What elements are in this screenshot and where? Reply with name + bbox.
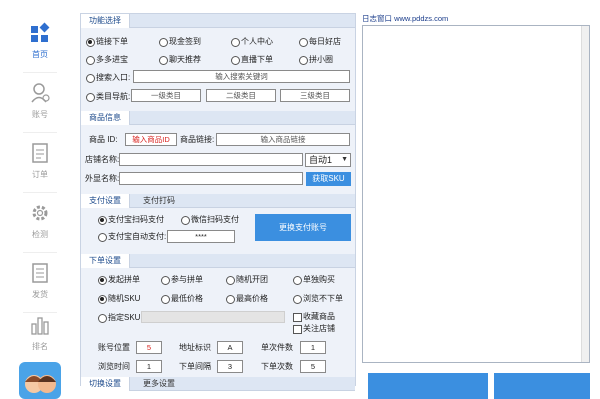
product-section-header: 商品信息 xyxy=(81,111,355,125)
function-section-header: 功能选择 xyxy=(81,14,355,28)
log-window-title: 日志窗口 www.pddzs.com xyxy=(362,14,449,23)
account-position-label: 账号位置 xyxy=(98,343,130,352)
product-section-title: 商品信息 xyxy=(81,111,130,125)
ranking-icon xyxy=(31,317,49,335)
tab-payment-captcha[interactable]: 支付打码 xyxy=(135,194,183,208)
sidebar-item-check[interactable]: 检测 xyxy=(15,193,65,253)
radio-duoduo-jinbao[interactable]: 多多进宝 xyxy=(86,54,128,66)
sidebar-item-label: 排名 xyxy=(32,342,48,351)
log-scrollbar[interactable] xyxy=(581,26,589,362)
radio-highest-price[interactable]: 最高价格 xyxy=(226,293,268,305)
search-keyword-input[interactable]: 输入搜索关键词 xyxy=(133,70,350,83)
radio-lowest-price[interactable]: 最低价格 xyxy=(161,293,203,305)
single-quantity-input[interactable]: 1 xyxy=(300,341,326,354)
external-name-input[interactable] xyxy=(119,172,303,185)
order-times-input[interactable]: 5 xyxy=(300,360,326,373)
avatar-illustration-icon xyxy=(25,375,56,393)
change-payment-account-button[interactable]: 更换支付账号 xyxy=(255,214,351,241)
tab-switch-settings[interactable]: 切换设置 xyxy=(81,377,130,391)
order-section-header: 下单设置 xyxy=(81,254,355,268)
tab-payment-settings[interactable]: 支付设置 xyxy=(81,194,130,208)
product-id-label: 商品 ID: xyxy=(89,135,118,144)
checkbox-follow-shop[interactable]: 关注店铺 xyxy=(293,323,335,335)
browse-time-input[interactable]: 1 xyxy=(136,360,162,373)
radio-alipay-auto[interactable]: 支付宝自动支付: xyxy=(98,231,166,243)
sku-select[interactable] xyxy=(141,311,285,323)
radio-specify-sku[interactable]: 指定SKU xyxy=(98,312,140,324)
sidebar-item-home[interactable]: 首页 xyxy=(15,13,65,73)
radio-chat-recommend[interactable]: 聊天推荐 xyxy=(159,54,201,66)
sidebar: 首页 账号 订单 检测 发货 排名 xyxy=(15,13,65,399)
sidebar-item-shipping[interactable]: 发货 xyxy=(15,253,65,313)
radio-browse-only[interactable]: 浏览不下单 xyxy=(293,293,343,305)
order-interval-input[interactable]: 3 xyxy=(217,360,243,373)
checkbox-favorite-product[interactable]: 收藏商品 xyxy=(293,311,335,323)
address-id-label: 地址标识 xyxy=(179,343,211,352)
category-level2-input[interactable]: 二级类目 xyxy=(206,89,276,102)
order-interval-label: 下单间隔 xyxy=(179,362,211,371)
sidebar-item-ranking[interactable]: 排名 xyxy=(15,305,65,365)
radio-search-entry[interactable]: 搜索入口: xyxy=(86,72,130,84)
radio-pin-circle[interactable]: 拼小圈 xyxy=(299,54,333,66)
radio-link-order[interactable]: 链接下单 xyxy=(86,36,128,48)
switch-section-header: 切换设置 更多设置 xyxy=(81,377,355,391)
gear-icon xyxy=(32,205,48,221)
radio-live-order[interactable]: 直播下单 xyxy=(231,54,273,66)
shop-select-value: 自动1 xyxy=(309,155,333,165)
sidebar-item-label: 检测 xyxy=(32,230,48,239)
radio-personal-center[interactable]: 个人中心 xyxy=(231,36,273,48)
get-sku-button[interactable]: 获取SKU xyxy=(306,172,351,186)
stop-button[interactable] xyxy=(494,373,590,399)
radio-random-sku[interactable]: 随机SKU xyxy=(98,293,140,305)
browse-time-label: 浏览时间 xyxy=(98,362,130,371)
radio-daily-shop[interactable]: 每日好店 xyxy=(299,36,341,48)
radio-alipay-scan[interactable]: 支付宝扫码支付 xyxy=(98,214,164,226)
chevron-down-icon: ▼ xyxy=(341,156,348,163)
radio-initiate-group[interactable]: 发起拼单 xyxy=(98,274,140,286)
radio-join-group[interactable]: 参与拼单 xyxy=(161,274,203,286)
shop-select[interactable]: 自动1 ▼ xyxy=(305,153,351,167)
address-id-input[interactable]: A xyxy=(217,341,243,354)
avatar[interactable] xyxy=(19,362,61,399)
order-times-label: 下单次数 xyxy=(261,362,293,371)
function-section-title: 功能选择 xyxy=(81,14,130,28)
account-position-input[interactable]: 5 xyxy=(136,341,162,354)
payment-password-input[interactable]: **** xyxy=(167,230,235,243)
shop-name-input[interactable] xyxy=(119,153,303,166)
product-id-input[interactable]: 输入商品ID xyxy=(125,133,177,146)
category-level1-input[interactable]: 一级类目 xyxy=(131,89,201,102)
product-link-label: 商品链接: xyxy=(180,135,215,144)
product-link-input[interactable]: 输入商品链接 xyxy=(216,133,350,146)
radio-random-group[interactable]: 随机开团 xyxy=(226,274,268,286)
sidebar-item-account[interactable]: 账号 xyxy=(15,73,65,133)
shipping-icon xyxy=(32,263,48,283)
user-icon xyxy=(31,83,50,103)
shop-name-label: 店铺名称: xyxy=(85,155,120,164)
category-level3-input[interactable]: 三级类目 xyxy=(280,89,350,102)
settings-panel: 功能选择 链接下单 现金签到 个人中心 每日好店 多多进宝 聊天推荐 直播下单 … xyxy=(80,13,356,391)
log-area: 日志窗口 www.pddzs.com xyxy=(362,13,595,399)
sidebar-item-label: 订单 xyxy=(32,170,48,179)
payment-section-header: 支付设置 支付打码 xyxy=(81,194,355,208)
tab-more-settings[interactable]: 更多设置 xyxy=(135,377,183,391)
radio-wechat-scan[interactable]: 微信扫码支付 xyxy=(181,214,239,226)
start-button[interactable] xyxy=(368,373,488,399)
order-icon xyxy=(32,143,48,163)
single-quantity-label: 单次件数 xyxy=(261,343,293,352)
sidebar-item-label: 首页 xyxy=(32,50,48,59)
external-name-label: 外显名称: xyxy=(85,174,120,183)
order-section-title: 下单设置 xyxy=(81,254,130,268)
radio-single-buy[interactable]: 单独购买 xyxy=(293,274,335,286)
log-textbox[interactable] xyxy=(362,25,590,363)
radio-cash-checkin[interactable]: 现金签到 xyxy=(159,36,201,48)
sidebar-item-label: 发货 xyxy=(32,290,48,299)
sidebar-item-orders[interactable]: 订单 xyxy=(15,133,65,193)
dashboard-icon xyxy=(31,22,50,42)
sidebar-item-label: 账号 xyxy=(32,110,48,119)
radio-category-nav[interactable]: 类目导航: xyxy=(86,91,130,103)
